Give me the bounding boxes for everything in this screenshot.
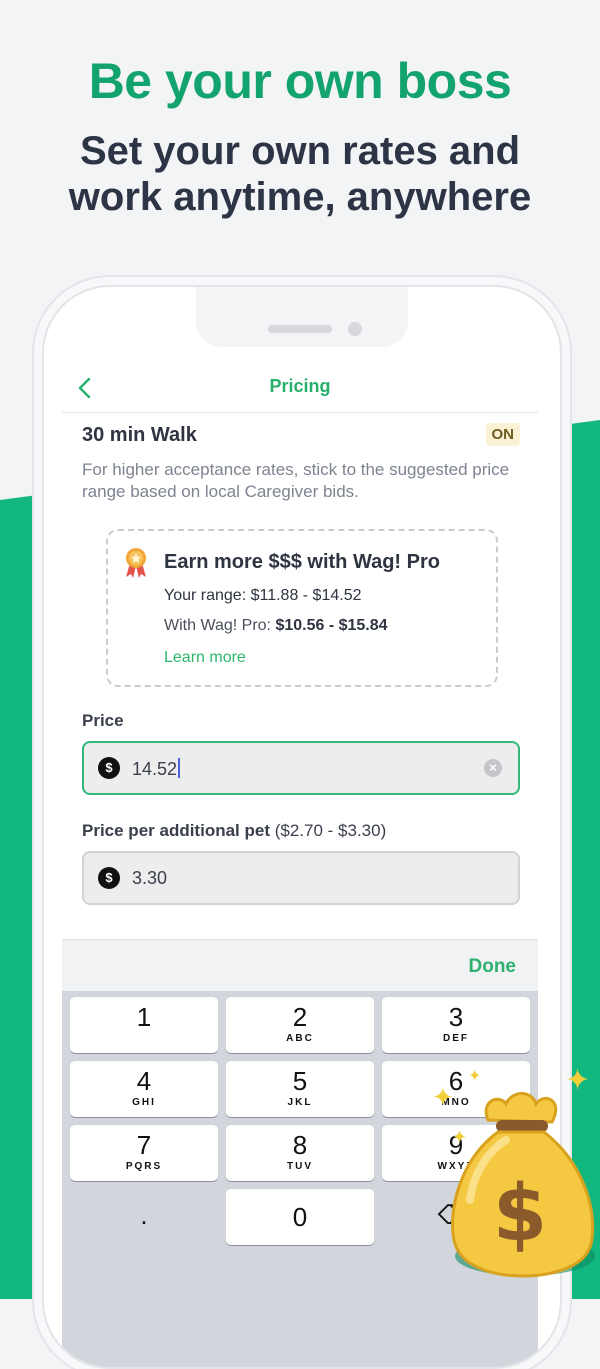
key-number: 4 bbox=[136, 1066, 152, 1096]
key-number: 5 bbox=[292, 1066, 308, 1096]
key-letters: JKL bbox=[287, 1097, 313, 1108]
nav-bar: Pricing bbox=[62, 362, 538, 413]
key-5[interactable]: 5 JKL bbox=[226, 1061, 374, 1117]
your-range-text: Your range: $11.88 - $14.52 bbox=[164, 587, 362, 604]
key-number: . bbox=[140, 1200, 148, 1230]
dollar-icon: $ bbox=[98, 867, 120, 889]
marketing-subline-line-2: work anytime, anywhere bbox=[68, 175, 532, 219]
phone-volume-down bbox=[36, 600, 40, 670]
status-badge: ON bbox=[485, 423, 520, 446]
sparkle-icon: ✦ bbox=[452, 1127, 468, 1147]
key-2[interactable]: 2 ABC bbox=[226, 997, 374, 1053]
marketing-subline: Set your own rates and work anytime, any… bbox=[0, 128, 600, 220]
price-input[interactable]: $ 14.52 × bbox=[82, 741, 520, 795]
marketing-subline-line-1: Set your own rates and bbox=[79, 129, 521, 173]
key-letters: ABC bbox=[286, 1033, 314, 1044]
additional-pet-label: Price per additional pet ($2.70 - $3.30) bbox=[82, 821, 386, 841]
key-7[interactable]: 7 PQRS bbox=[70, 1125, 218, 1181]
service-title: 30 min Walk bbox=[82, 424, 197, 446]
wag-pro-label: With Wag! Pro: bbox=[164, 617, 271, 634]
key-number: 3 bbox=[448, 1002, 464, 1032]
award-ribbon-icon bbox=[126, 548, 146, 578]
svg-text:$: $ bbox=[493, 1169, 547, 1259]
text-cursor bbox=[178, 758, 181, 778]
marketing-headline: Be your own boss bbox=[88, 53, 512, 109]
pricing-hint-text: For higher acceptance rates, stick to th… bbox=[82, 460, 510, 501]
dollar-icon: $ bbox=[98, 757, 120, 779]
additional-pet-range: ($2.70 - $3.30) bbox=[274, 821, 387, 840]
clear-icon[interactable]: × bbox=[484, 759, 502, 777]
wag-pro-range-text: With Wag! Pro: $10.56 - $15.84 bbox=[164, 617, 388, 635]
key-number: 1 bbox=[136, 1002, 152, 1032]
additional-pet-price-input[interactable]: $ 3.30 bbox=[82, 851, 520, 905]
sparkle-icon: ✦ bbox=[565, 1064, 591, 1097]
additional-pet-label-text: Price per additional pet bbox=[82, 821, 270, 840]
phone-mute-switch bbox=[36, 430, 40, 470]
price-input-value: 14.52 bbox=[132, 758, 181, 780]
keyboard-toolbar: Done bbox=[62, 939, 538, 992]
additional-pet-price-value: 3.30 bbox=[132, 868, 168, 888]
key-3[interactable]: 3 DEF bbox=[382, 997, 530, 1053]
key-decimal[interactable]: . bbox=[70, 1189, 218, 1245]
key-number: 2 bbox=[292, 1002, 308, 1032]
key-number: 0 bbox=[292, 1202, 308, 1232]
wag-pro-range-value: $10.56 - $15.84 bbox=[275, 617, 388, 634]
done-button[interactable]: Done bbox=[469, 956, 517, 978]
key-0[interactable]: 0 bbox=[226, 1189, 374, 1245]
key-1[interactable]: 1 bbox=[70, 997, 218, 1053]
sparkle-icon: ✦ bbox=[432, 1082, 454, 1112]
key-letters: TUV bbox=[287, 1161, 313, 1172]
wag-pro-promo-card: Earn more $$$ with Wag! Pro Your range: … bbox=[106, 529, 498, 687]
page-title: Pricing bbox=[269, 376, 331, 396]
key-number: 7 bbox=[136, 1130, 152, 1160]
sparkle-icon: ✦ bbox=[468, 1068, 482, 1085]
key-letters: DEF bbox=[443, 1033, 469, 1044]
price-label: Price bbox=[82, 711, 124, 730]
key-4[interactable]: 4 GHI bbox=[70, 1061, 218, 1117]
key-letters: GHI bbox=[132, 1097, 156, 1108]
promo-title: Earn more $$$ with Wag! Pro bbox=[164, 551, 440, 573]
money-bag-icon: $ bbox=[451, 1092, 595, 1278]
price-value-text: 14.52 bbox=[132, 759, 178, 779]
phone-volume-up bbox=[36, 510, 40, 580]
learn-more-link[interactable]: Learn more bbox=[164, 649, 246, 667]
key-8[interactable]: 8 TUV bbox=[226, 1125, 374, 1181]
key-number: 8 bbox=[292, 1130, 308, 1160]
key-letters: PQRS bbox=[125, 1161, 163, 1172]
